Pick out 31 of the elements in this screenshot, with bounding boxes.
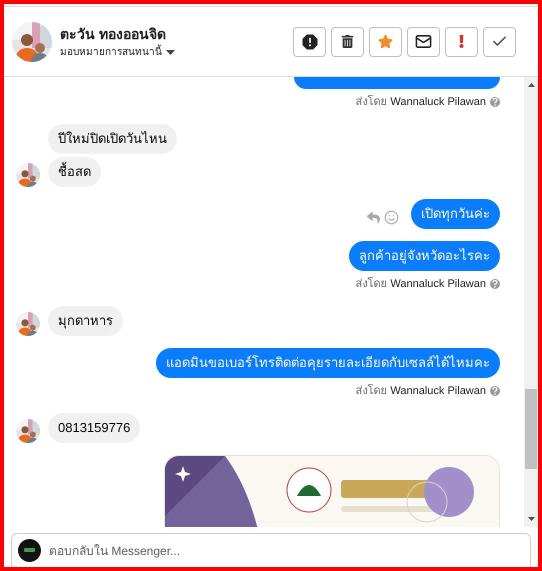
caret-icon xyxy=(166,50,175,54)
alert-icon xyxy=(300,32,320,52)
message-bubble: ปีใหม่ปิดเปิดวันไหน xyxy=(48,124,177,154)
sent-by-label: ส่งโดย xyxy=(355,277,386,291)
toolbar-button[interactable] xyxy=(293,26,326,56)
sent-by-label: ส่งโดย xyxy=(355,384,386,398)
scrollbar-thumb[interactable] xyxy=(525,389,537,469)
sender-name: Wannaluck Pilawan xyxy=(390,95,486,109)
page-avatar-icon xyxy=(18,539,41,562)
contact-name: ตะวัน ทองออนจิด xyxy=(60,24,167,42)
message-bubble: ชื้อสด xyxy=(48,157,101,187)
help-icon xyxy=(490,97,500,107)
message-bubble: แอดมินขอเบอร์โทรติดต่อคุยรายละเอียดกับเซลล์ได้ไหมคะ xyxy=(156,348,500,378)
message-bubble: ลูกค้าอยู่จังหวัดอะไรคะ xyxy=(349,241,500,271)
sender-name: Wannaluck Pilawan xyxy=(390,384,486,398)
scroll-up-icon[interactable] xyxy=(528,83,534,87)
help-icon xyxy=(490,279,500,289)
message-bubble: มุกดาหาร xyxy=(48,306,123,336)
star-icon xyxy=(378,34,393,49)
toolbar-button[interactable] xyxy=(331,26,364,56)
toolbar-button[interactable] xyxy=(407,26,440,56)
trash-icon xyxy=(341,35,354,48)
envelope-icon xyxy=(415,33,432,50)
message-bubble: 0813159776 xyxy=(48,413,140,443)
assign-dropdown[interactable]: มอบหมายการสนทนานี้ xyxy=(60,46,175,58)
sender-name: Wannaluck Pilawan xyxy=(390,277,486,291)
scroll-down-icon[interactable] xyxy=(528,517,534,521)
message-bubble: เปิดทุกวันค่ะ xyxy=(411,199,500,229)
scrollbar[interactable] xyxy=(524,77,538,527)
help-icon xyxy=(490,386,500,396)
sent-by-label: ส่งโดย xyxy=(355,95,386,109)
